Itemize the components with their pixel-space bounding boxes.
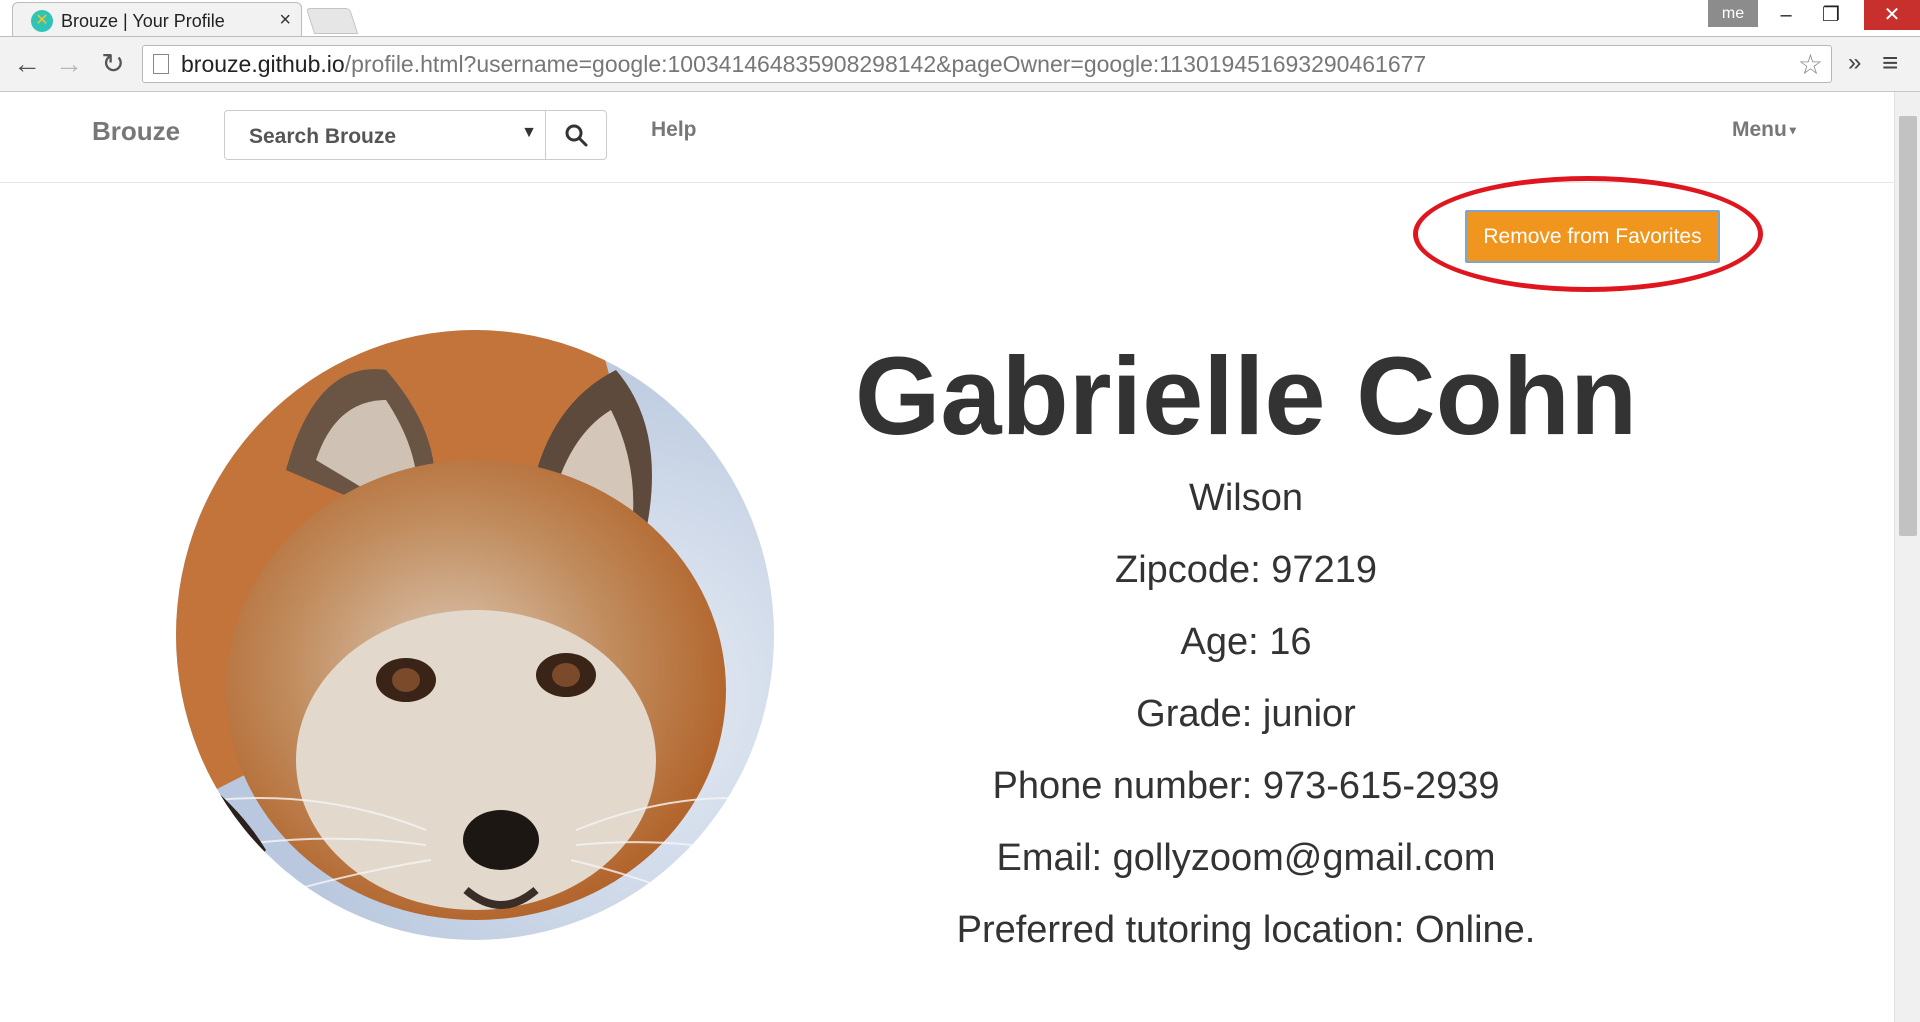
browser-toolbar: ← → ↻ brouze.github.io/profile.html?user… [0, 36, 1920, 92]
reload-icon[interactable]: ↻ [96, 47, 130, 81]
profile-grade: Grade: junior [1136, 693, 1356, 735]
menu-label: Menu [1732, 118, 1787, 141]
dropdown-caret-icon: ▼ [521, 124, 537, 141]
page-icon [153, 54, 169, 74]
profile-zipcode: Zipcode: 97219 [1115, 549, 1377, 591]
url-host: brouze.github.io [181, 51, 345, 77]
avatar [176, 330, 774, 940]
page-viewport: Brouze Search Brouze ▼ Help Menu▼ Remove… [0, 92, 1894, 1022]
site-navbar: Brouze Search Brouze ▼ Help Menu▼ [0, 92, 1894, 183]
brouze-favicon-icon: ✕ [31, 10, 53, 32]
address-bar[interactable]: brouze.github.io/profile.html?username=g… [142, 45, 1832, 83]
profile-location: Preferred tutoring location: Online. [956, 909, 1536, 951]
restore-icon[interactable]: ❐ [1808, 0, 1854, 30]
profile-phone: Phone number: 973-615-2939 [992, 765, 1500, 807]
extensions-overflow-icon[interactable]: » [1848, 49, 1861, 77]
search-select[interactable]: Search Brouze ▼ [224, 110, 546, 160]
profile-email: Email: gollyzoom@gmail.com [996, 837, 1496, 879]
browser-user-badge[interactable]: me [1708, 0, 1758, 27]
fox-avatar-image [176, 330, 774, 940]
brand-logo[interactable]: Brouze [92, 116, 180, 147]
bookmark-star-icon[interactable]: ☆ [1798, 48, 1823, 81]
browser-tab-active[interactable]: ✕ Brouze | Your Profile × [12, 2, 302, 36]
profile-name: Gabrielle Cohn [854, 335, 1638, 458]
forward-arrow-icon[interactable]: → [52, 47, 86, 81]
remove-from-favorites-button[interactable]: Remove from Favorites [1465, 210, 1720, 263]
back-arrow-icon[interactable]: ← [10, 47, 44, 81]
scrollbar-thumb[interactable] [1899, 116, 1917, 536]
menu-dropdown[interactable]: Menu▼ [1732, 118, 1799, 142]
search-group: Search Brouze ▼ [224, 110, 607, 160]
new-tab-button[interactable] [305, 8, 359, 34]
search-button[interactable] [545, 110, 607, 160]
minimize-icon[interactable]: – [1763, 0, 1809, 30]
help-link[interactable]: Help [651, 118, 697, 142]
profile-school: Wilson [1188, 477, 1304, 519]
browser-menu-icon[interactable]: ≡ [1882, 47, 1898, 79]
caret-down-icon: ▼ [1786, 123, 1799, 138]
url-text[interactable]: brouze.github.io/profile.html?username=g… [181, 51, 1426, 78]
browser-titlebar: ✕ Brouze | Your Profile × me – ❐ ✕ [0, 0, 1920, 36]
tab-close-icon[interactable]: × [279, 9, 291, 32]
tab-title: Brouze | Your Profile [61, 11, 225, 31]
profile-age: Age: 16 [1180, 621, 1312, 663]
search-icon [565, 124, 588, 147]
profile-info: Gabrielle Cohn Wilson Zipcode: 97219 Age… [846, 332, 1646, 966]
page-scrollbar[interactable] [1894, 92, 1920, 1022]
url-path: /profile.html?username=google:1003414648… [344, 51, 1427, 77]
search-select-label: Search Brouze [249, 125, 397, 148]
window-close-icon[interactable]: ✕ [1864, 0, 1920, 30]
